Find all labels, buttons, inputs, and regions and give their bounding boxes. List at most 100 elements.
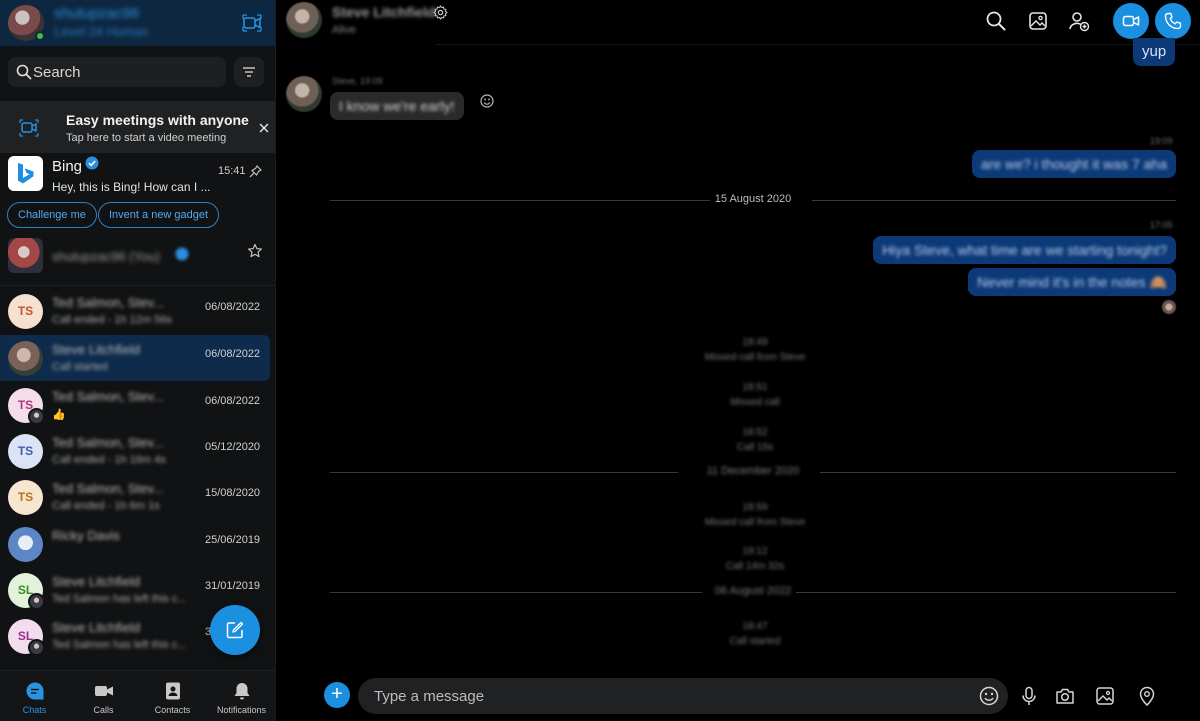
contact-name[interactable]: Steve Litchfield (332, 4, 435, 20)
verified-badge-icon (175, 247, 189, 261)
chat-item[interactable]: Ricky Davis 25/06/2019 (0, 521, 270, 567)
chat-name: Ted Salmon, Stev... (52, 481, 164, 496)
search-icon[interactable] (985, 10, 1007, 32)
chat-item[interactable]: TS Ted Salmon, Stev... Call ended - 1h 16m… (0, 428, 270, 474)
banner-title: Easy meetings with anyone (66, 112, 249, 128)
profile-header[interactable]: shutupzac96 Level 24 Human (0, 0, 275, 46)
contacts-icon (165, 682, 180, 700)
add-reaction-icon[interactable] (479, 93, 495, 109)
avatar: TS (8, 480, 43, 515)
message-incoming[interactable]: I know we're early! (330, 92, 464, 120)
event-text: Call 14m 32s (725, 561, 785, 572)
close-icon[interactable] (257, 121, 271, 135)
tab-label: Notifications (216, 705, 267, 715)
chat-date: 25/06/2019 (205, 534, 261, 546)
bell-icon (234, 683, 249, 700)
microphone-icon[interactable] (1018, 685, 1040, 707)
chat-name: Ted Salmon, Stev... (52, 435, 164, 450)
camera-icon[interactable] (1054, 685, 1076, 707)
chat-item[interactable]: Steve Litchfield Call started 06/08/2022 (0, 335, 270, 381)
chat-name: Steve Litchfield (52, 342, 141, 357)
message-outgoing[interactable]: are we? i thought it was 7 aha (971, 150, 1176, 178)
bottom-navigation: Chats Calls Contacts Notifications (0, 670, 275, 721)
chat-name: Ricky Davis (52, 528, 120, 543)
filter-button[interactable] (234, 57, 264, 87)
suggestion-chip-challenge[interactable]: Challenge me (7, 202, 97, 228)
new-chat-button[interactable] (210, 605, 260, 655)
gallery-icon[interactable] (1027, 10, 1049, 32)
video-call-icon (94, 686, 113, 696)
emoji-icon[interactable] (978, 685, 1000, 707)
conversation-pane: Steve Litchfield Alive yup Steve, 19:09 … (276, 0, 1200, 721)
tab-label: Chats (22, 705, 47, 715)
date-separator: 06 August 2022 (330, 585, 1176, 599)
chat-name: Steve Litchfield (52, 620, 141, 635)
video-camera-icon (1122, 15, 1140, 27)
chat-preview: Hey, this is Bing! How can I ... (52, 180, 211, 194)
profile-status: Level 24 Human (54, 24, 149, 39)
tab-label: Calls (93, 705, 114, 715)
avatar: TS (8, 294, 43, 329)
tab-chats[interactable]: Chats (0, 671, 69, 721)
date-separator: 15 August 2020 (330, 193, 1176, 207)
date-label: 15 August 2020 (714, 193, 792, 205)
tab-calls[interactable]: Calls (69, 671, 138, 721)
add-content-button[interactable]: + (324, 682, 350, 708)
avatar (8, 527, 43, 562)
chat-preview: 👍 (52, 409, 66, 421)
meet-now-icon[interactable] (241, 12, 263, 34)
profile-name[interactable]: shutupzac96 (54, 5, 139, 22)
chat-date: 15/08/2020 (205, 487, 261, 499)
chat-time: 15:41 (218, 165, 246, 177)
event-time: 18:59 (742, 502, 768, 513)
avatar[interactable] (286, 2, 322, 38)
chat-item[interactable]: TS Ted Salmon, Stev... Call ended - 1h 6m … (0, 474, 270, 520)
call-event: 18:49 Missed call from Steve (630, 337, 880, 363)
chat-preview: Ted Salmon has left this c... (52, 639, 187, 651)
add-person-icon[interactable] (1068, 10, 1090, 32)
meet-now-banner[interactable]: Easy meetings with anyone Tap here to st… (0, 101, 275, 153)
event-time: 18:52 (742, 427, 768, 438)
presence-indicator (35, 31, 45, 41)
star-icon[interactable] (247, 243, 263, 259)
search-placeholder[interactable]: Search (33, 64, 81, 81)
message-text: yup (1142, 43, 1167, 60)
avatar (8, 341, 43, 376)
chat-name: Ted Salmon, Stev... (52, 389, 164, 404)
verified-badge-icon (85, 156, 99, 170)
chat-item[interactable]: TS Ted Salmon, Stev... Call ended - 1h 12m… (0, 288, 270, 334)
chat-date: 06/08/2022 (205, 348, 261, 360)
message-text: Hiya Steve, what time are we starting to… (882, 242, 1167, 258)
call-event: 19:12 Call 14m 32s (630, 546, 880, 572)
message-outgoing[interactable]: Hiya Steve, what time are we starting to… (873, 236, 1176, 264)
event-text: Call 15s (736, 442, 774, 453)
event-text: Missed call from Steve (704, 517, 806, 528)
pin-icon[interactable] (249, 165, 262, 178)
chat-item-bing[interactable]: Bing 15:41 Hey, this is Bing! How can I … (0, 155, 275, 231)
audio-call-button[interactable] (1155, 3, 1191, 39)
tab-notifications[interactable]: Notifications (207, 671, 275, 721)
event-text: Call started (729, 636, 781, 647)
gear-icon[interactable] (433, 5, 448, 20)
message-outgoing[interactable]: yup (1133, 38, 1176, 66)
avatar: TS (8, 434, 43, 469)
location-pin-icon[interactable] (1136, 685, 1158, 707)
chat-item-self[interactable]: shutupzac96 (You) (0, 236, 275, 278)
bing-logo-icon (8, 156, 43, 191)
tab-label: Contacts (154, 705, 191, 715)
chat-preview: Ted Salmon has left this c... (52, 593, 187, 605)
message-outgoing[interactable]: Never mind it's in the notes 🙈 (968, 268, 1176, 296)
sender-avatar[interactable] (286, 76, 322, 112)
message-input[interactable] (358, 678, 1008, 714)
image-icon[interactable] (1094, 685, 1116, 707)
chat-name: Bing (52, 158, 83, 175)
tab-contacts[interactable]: Contacts (138, 671, 207, 721)
suggestion-chip-gadget[interactable]: Invent a new gadget (98, 202, 220, 228)
search-bar[interactable]: Search (8, 57, 226, 87)
event-time: 18:49 (742, 337, 768, 348)
video-call-button[interactable] (1113, 3, 1149, 39)
conversation-header: Steve Litchfield Alive (276, 0, 1200, 44)
chat-name: shutupzac96 (You) (52, 249, 160, 264)
search-icon (16, 64, 32, 80)
chat-item[interactable]: TS Ted Salmon, Stev... 👍 06/08/2022 (0, 382, 270, 428)
